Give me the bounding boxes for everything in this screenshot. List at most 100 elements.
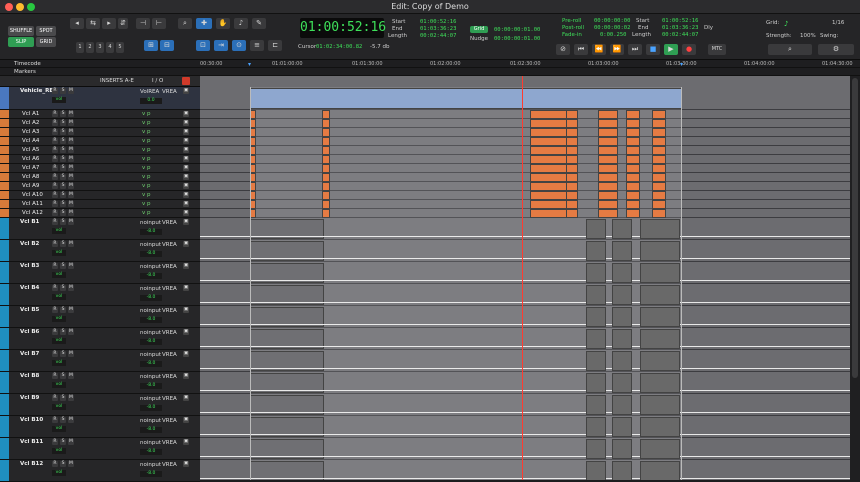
track-m-button[interactable]: M (68, 147, 74, 153)
track-m-button[interactable]: M (68, 174, 74, 180)
track-name[interactable]: Vcl B11 (20, 439, 48, 446)
zoom-preset-button[interactable]: 3 (96, 42, 104, 53)
link-tracks-button[interactable]: ⊞ (144, 40, 158, 51)
slip-mode-button[interactable]: SLIP (8, 37, 34, 47)
track-name[interactable]: Vehicle_REA (20, 88, 57, 95)
track-r-button[interactable]: R (52, 201, 58, 207)
track-s-button[interactable]: S (60, 192, 66, 198)
track-m-button[interactable]: M (68, 201, 74, 207)
track-m-button[interactable]: M (68, 165, 74, 171)
track-m-button[interactable]: M (68, 210, 74, 216)
track-r-button[interactable]: R (52, 174, 58, 180)
stop-icon[interactable]: ■ (646, 44, 660, 55)
online-button[interactable]: ⊘ (556, 44, 570, 55)
track-row[interactable]: Vcl B4 R S Mvol noinput VREA -8.0 ▣ (0, 284, 200, 306)
track-volume-value[interactable]: -8.0 (140, 273, 162, 279)
track-r-button[interactable]: R (52, 307, 58, 313)
track-name[interactable]: Vcl B1 (20, 219, 48, 226)
track-name[interactable]: Vcl B4 (20, 285, 48, 292)
preroll-label[interactable]: Pre-roll (562, 18, 581, 24)
pp-start-value[interactable]: 01:00:52:16 (662, 18, 698, 24)
track-volume-readout[interactable]: vol (52, 316, 66, 322)
track-m-button[interactable]: M (68, 111, 74, 117)
track-row[interactable]: Vcl A9 R S Mv p ▣ (0, 182, 200, 191)
track-name[interactable]: Vcl B10 (20, 417, 48, 424)
track-record-enable-icon[interactable]: ▣ (183, 263, 189, 269)
record-icon[interactable]: ● (682, 44, 696, 55)
track-record-enable-icon[interactable]: ▣ (183, 417, 189, 423)
zoom-out-horizontal-button[interactable]: ◂ (70, 18, 84, 29)
track-name[interactable]: Vcl A3 (22, 129, 50, 136)
track-m-button[interactable]: M (68, 183, 74, 189)
track-name[interactable]: Vcl A5 (22, 147, 50, 154)
track-record-enable-icon[interactable]: ▣ (183, 147, 189, 153)
track-name[interactable]: Vcl B8 (20, 373, 48, 380)
track-m-button[interactable]: M (68, 263, 74, 269)
track-m-button[interactable]: M (68, 219, 74, 225)
track-r-button[interactable]: R (52, 417, 58, 423)
track-volume-value[interactable]: -8.0 (140, 427, 162, 433)
selection-end-marker[interactable]: ▾ (680, 61, 683, 68)
track-volume-readout[interactable]: vol (52, 404, 66, 410)
track-record-enable-icon[interactable]: ▣ (183, 129, 189, 135)
track-m-button[interactable]: M (68, 192, 74, 198)
track-volume-readout[interactable]: vol (52, 272, 66, 278)
track-s-button[interactable]: S (60, 351, 66, 357)
track-m-button[interactable]: M (68, 88, 74, 94)
track-record-enable-icon[interactable]: ▣ (183, 111, 189, 117)
track-record-enable-icon[interactable]: ▣ (183, 138, 189, 144)
track-s-button[interactable]: S (60, 219, 66, 225)
track-record-enable-icon[interactable]: ▣ (183, 351, 189, 357)
grid-value[interactable]: 00:00:00:01.00 (494, 27, 540, 33)
track-s-button[interactable]: S (60, 138, 66, 144)
track-record-enable-icon[interactable]: ▣ (183, 307, 189, 313)
track-m-button[interactable]: M (68, 395, 74, 401)
track-record-enable-icon[interactable]: ▣ (183, 285, 189, 291)
track-volume-value[interactable]: -8.0 (140, 405, 162, 411)
track-volume-readout[interactable]: vol (52, 250, 66, 256)
track-s-button[interactable]: S (60, 147, 66, 153)
track-record-enable-icon[interactable]: ▣ (183, 241, 189, 247)
track-volume-readout[interactable]: vol (52, 470, 66, 476)
zoomer-tool-button[interactable]: ⌕ (178, 18, 192, 29)
postroll-value[interactable]: 00:00:00:02 (594, 25, 630, 31)
track-name[interactable]: Vcl A2 (22, 120, 50, 127)
track-row[interactable]: Vcl A5 R S Mv p ▣ (0, 146, 200, 155)
track-m-button[interactable]: M (68, 138, 74, 144)
track-r-button[interactable]: R (52, 88, 58, 94)
track-r-button[interactable]: R (52, 165, 58, 171)
track-volume-value[interactable]: -8.0 (140, 251, 162, 257)
track-record-enable-icon[interactable]: ▣ (183, 461, 189, 467)
track-row[interactable]: Vcl A11 R S Mv p ▣ (0, 200, 200, 209)
track-volume-readout[interactable]: vol (52, 426, 66, 432)
track-name[interactable]: Vcl B5 (20, 307, 48, 314)
postroll-label[interactable]: Post-roll (562, 25, 584, 31)
track-name[interactable]: Vcl A9 (22, 183, 50, 190)
track-r-button[interactable]: R (52, 210, 58, 216)
track-s-button[interactable]: S (60, 285, 66, 291)
track-r-button[interactable]: R (52, 183, 58, 189)
track-record-enable-icon[interactable]: ▣ (183, 165, 189, 171)
track-r-button[interactable]: R (52, 439, 58, 445)
track-m-button[interactable]: M (68, 307, 74, 313)
track-m-button[interactable]: M (68, 285, 74, 291)
track-name[interactable]: Vcl A4 (22, 138, 50, 145)
track-volume-value[interactable]: -8.0 (140, 383, 162, 389)
track-volume-value[interactable]: -8.0 (140, 339, 162, 345)
pp-length-value[interactable]: 00:02:44:07 (662, 32, 698, 38)
track-m-button[interactable]: M (68, 120, 74, 126)
track-m-button[interactable]: M (68, 373, 74, 379)
track-record-enable-icon[interactable]: ▣ (183, 88, 189, 94)
track-r-button[interactable]: R (52, 138, 58, 144)
track-name[interactable]: Vcl B9 (20, 395, 48, 402)
main-counter[interactable]: 01:00:52:16 (300, 18, 386, 38)
track-row[interactable]: Vcl B11 R S Mvol noinput VREA -8.0 ▣ (0, 438, 200, 460)
track-row[interactable]: Vcl A10 R S Mv p ▣ (0, 191, 200, 200)
sel-end-value[interactable]: 01:03:36:23 (420, 26, 456, 32)
spot-mode-button[interactable]: SPOT (36, 26, 56, 36)
track-volume-value[interactable]: -8.0 (140, 471, 162, 477)
track-volume-value[interactable]: -8.0 (140, 317, 162, 323)
track-name[interactable]: Vcl A6 (22, 156, 50, 163)
zoom-preset-button[interactable]: 2 (86, 42, 94, 53)
track-volume-readout[interactable]: vol (52, 448, 66, 454)
